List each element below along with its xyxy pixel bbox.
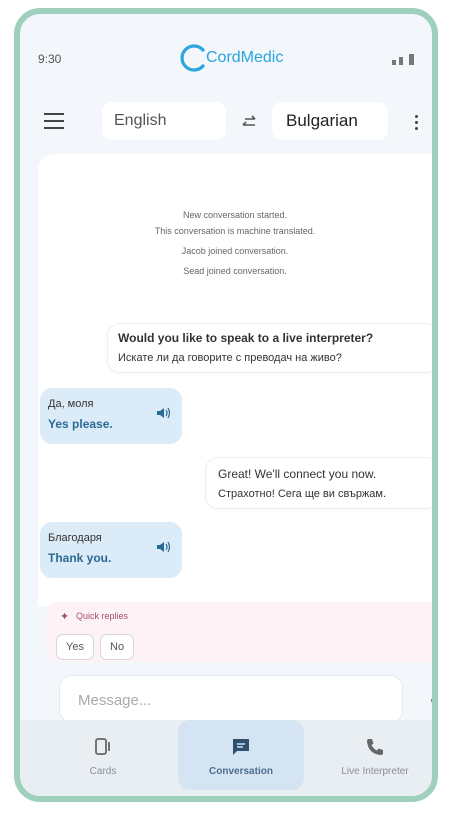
nav-conversation[interactable]: Conversation bbox=[178, 720, 304, 790]
menu-icon[interactable] bbox=[42, 108, 66, 132]
source-language-label: English bbox=[114, 112, 167, 129]
microphone-icon[interactable] bbox=[430, 690, 438, 710]
message-translation: Страхотно! Сега ще ви свържам. bbox=[218, 488, 387, 500]
quick-replies-panel: ✦ Quick replies Yes No bbox=[46, 602, 432, 662]
target-language-label: Bulgarian bbox=[286, 111, 358, 130]
bottom-navigation: Cards Conversation Live Interpreter bbox=[20, 720, 432, 796]
target-language-selector[interactable]: Bulgarian bbox=[272, 102, 388, 140]
conversation-panel: New conversation started. This conversat… bbox=[38, 154, 432, 606]
quick-replies-title: Quick replies bbox=[76, 611, 129, 621]
system-message: New conversation started. bbox=[182, 210, 288, 220]
status-time: 9:30 bbox=[38, 52, 62, 66]
quick-reply-chip[interactable]: No bbox=[100, 634, 135, 660]
incoming-message: Благодаря Thank you. bbox=[40, 522, 182, 578]
system-message: Sead joined conversation. bbox=[183, 266, 287, 276]
system-icons bbox=[392, 54, 414, 65]
chat-icon bbox=[233, 739, 249, 755]
nav-cards[interactable]: Cards bbox=[40, 720, 166, 790]
nav-label: Conversation bbox=[209, 766, 273, 777]
app-name: CordMedic bbox=[206, 49, 284, 66]
nav-live-interpreter[interactable]: Live Interpreter bbox=[312, 720, 432, 790]
signal-icon bbox=[392, 60, 396, 65]
message-translation: Искате ли да говорите с преводач на живо… bbox=[118, 352, 342, 364]
phone-frame: 9:30 CordMedic English Bulgarian New con… bbox=[14, 8, 438, 802]
status-bar: 9:30 CordMedic bbox=[20, 14, 432, 88]
language-toolbar: English Bulgarian bbox=[20, 96, 432, 154]
incoming-message: Да, моля Yes please. bbox=[40, 388, 182, 444]
phone-icon bbox=[367, 739, 383, 755]
more-options-icon[interactable] bbox=[406, 110, 426, 134]
message-text: Great! We'll connect you now. bbox=[218, 467, 377, 481]
nav-label: Live Interpreter bbox=[341, 766, 409, 777]
message-composer bbox=[60, 676, 402, 724]
outgoing-message: Would you like to speak to a live interp… bbox=[108, 324, 432, 372]
logo-c-icon bbox=[180, 44, 205, 72]
speaker-icon[interactable] bbox=[156, 406, 172, 420]
message-text: Would you like to speak to a live interp… bbox=[118, 331, 374, 345]
outgoing-message: Great! We'll connect you now. Страхотно!… bbox=[206, 458, 432, 508]
quick-reply-chip[interactable]: Yes bbox=[56, 634, 94, 660]
nav-label: Cards bbox=[89, 766, 117, 777]
cards-icon bbox=[95, 738, 110, 755]
source-language-selector[interactable]: English bbox=[102, 102, 226, 140]
system-message: This conversation is machine translated. bbox=[154, 226, 316, 236]
swap-languages-icon[interactable] bbox=[238, 112, 260, 132]
battery-icon bbox=[409, 54, 414, 65]
message-input[interactable] bbox=[76, 676, 380, 724]
app-logo: CordMedic bbox=[176, 42, 283, 74]
system-message: Jacob joined conversation. bbox=[181, 246, 289, 256]
sparkle-icon: ✦ bbox=[60, 611, 70, 623]
speaker-icon[interactable] bbox=[156, 540, 172, 554]
signal-bar-icon bbox=[399, 57, 403, 65]
